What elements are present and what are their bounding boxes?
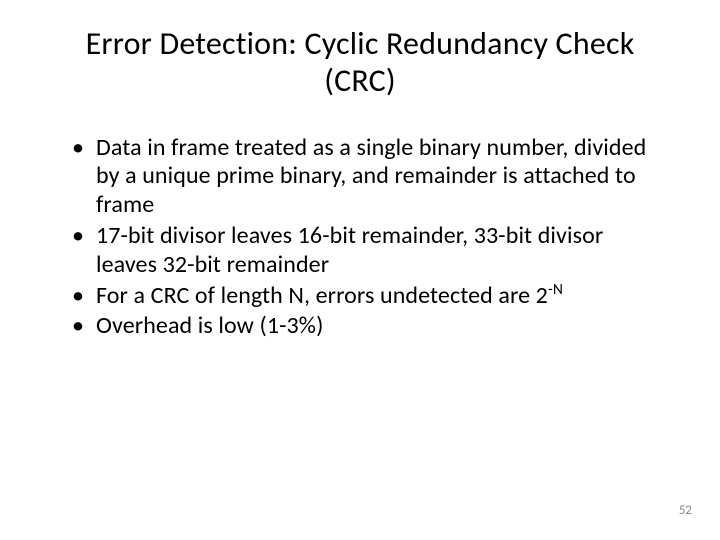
page-number: 52 [679,503,692,518]
list-item: For a CRC of length N, errors undetected… [68,282,660,311]
list-item: Overhead is low (1-3%) [68,312,660,341]
bullet-text: For a CRC of length N, errors undetected… [96,281,548,310]
slide: Error Detection: Cyclic Redundancy Check… [0,0,720,540]
slide-title: Error Detection: Cyclic Redundancy Check… [60,26,660,100]
list-item: 17-bit divisor leaves 16-bit remainder, … [68,222,660,280]
bullet-list: Data in frame treated as a single binary… [60,134,660,342]
bullet-text: Data in frame treated as a single binary… [96,133,646,220]
list-item: Data in frame treated as a single binary… [68,134,660,220]
superscript: -N [548,280,563,299]
bullet-text: 17-bit divisor leaves 16-bit remainder, … [96,221,603,279]
bullet-text: Overhead is low (1-3%) [96,311,323,340]
